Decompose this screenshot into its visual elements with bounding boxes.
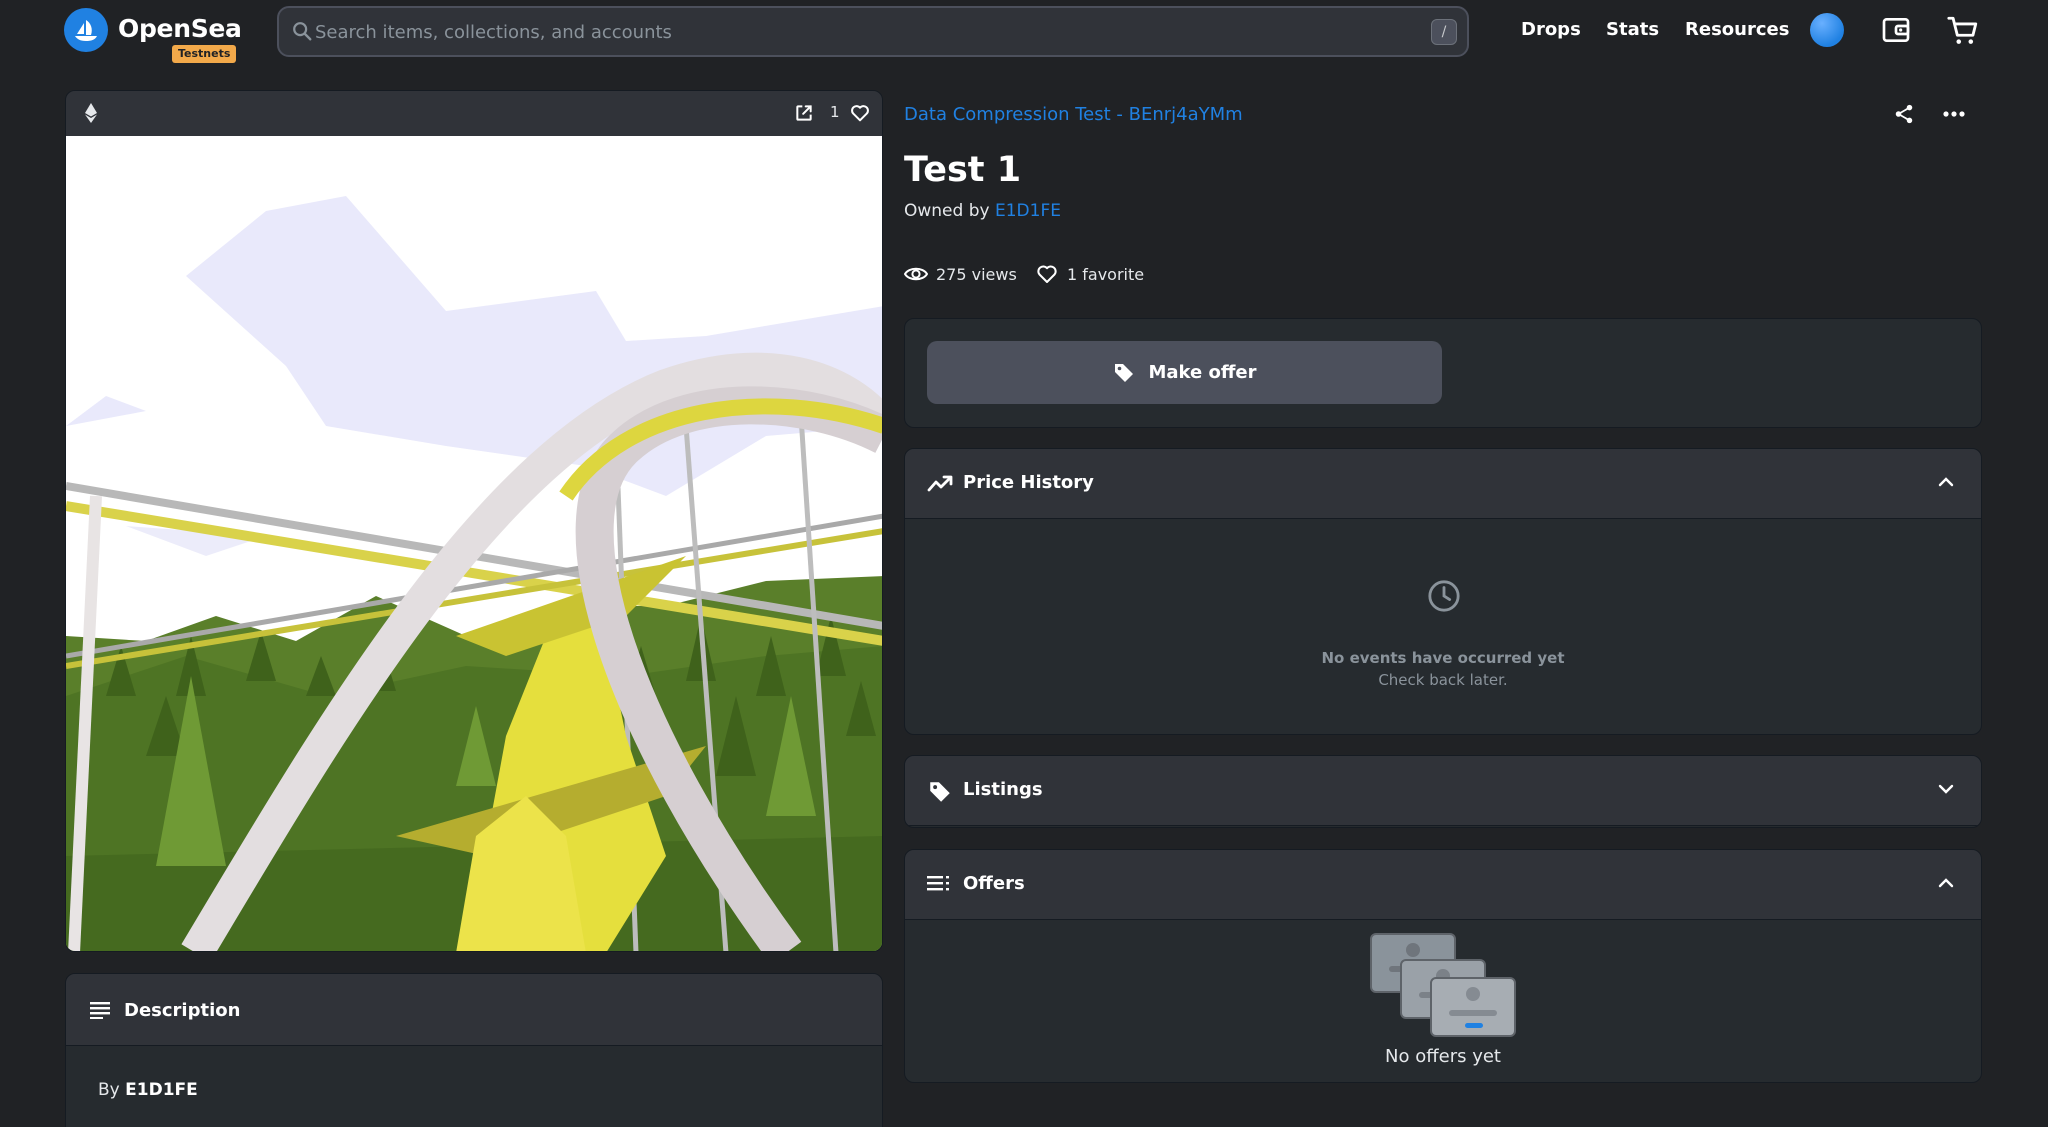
owned-by-prefix: Owned by: [904, 201, 990, 221]
views-stat: 275 views: [904, 262, 1017, 286]
heart-outline-icon: [1037, 265, 1057, 283]
chevron-down-icon[interactable]: [1937, 782, 1955, 796]
price-history-title: Price History: [963, 472, 1094, 493]
wallet-icon[interactable]: [1880, 14, 1912, 46]
nft-media-card: 1: [65, 90, 883, 952]
description-title: Description: [124, 1000, 241, 1021]
media-toolbar: 1: [66, 91, 882, 136]
offers-title: Offers: [963, 873, 1025, 894]
price-history-panel: Price History No events have occurred ye…: [904, 448, 1982, 735]
list-icon: [927, 876, 949, 891]
item-title: Test 1: [904, 150, 1022, 190]
chevron-up-icon[interactable]: [1937, 475, 1955, 489]
nft-image[interactable]: [66, 136, 883, 952]
trending-icon: [927, 475, 953, 492]
cart-icon[interactable]: [1946, 14, 1980, 48]
user-avatar[interactable]: [1810, 13, 1844, 47]
creator-byline: By E1D1FE: [98, 1080, 198, 1100]
favorites-count: 1 favorite: [1067, 264, 1145, 284]
by-prefix: By: [98, 1080, 120, 1100]
listings-panel: Listings: [904, 755, 1982, 828]
nav-resources[interactable]: Resources: [1685, 19, 1789, 40]
offer-panel: Make offer: [904, 318, 1982, 428]
ethereum-icon: [85, 103, 97, 123]
clock-icon: [1428, 580, 1460, 612]
eye-icon: [904, 267, 928, 281]
offers-panel: Offers No offers yet: [904, 849, 1982, 1083]
search-bar[interactable]: /: [277, 6, 1469, 57]
external-link-icon[interactable]: [794, 103, 814, 123]
testnets-badge: Testnets: [172, 45, 237, 63]
heart-icon[interactable]: [849, 102, 871, 124]
tag-icon: [930, 782, 950, 802]
description-card: Description By E1D1FE: [65, 973, 883, 1127]
price-history-empty-title: No events have occurred yet: [1321, 649, 1565, 667]
search-icon: [293, 22, 312, 41]
tag-icon: [1115, 363, 1134, 382]
share-icon[interactable]: [1893, 103, 1915, 125]
empty-offers-illustration-icon: [1370, 933, 1516, 1037]
price-history-empty-subtitle: Check back later.: [1378, 671, 1508, 689]
description-header[interactable]: Description: [66, 974, 882, 1046]
no-offers-text: No offers yet: [1385, 1046, 1501, 1067]
listings-title: Listings: [963, 779, 1043, 800]
chevron-up-icon[interactable]: [1937, 876, 1955, 890]
make-offer-button[interactable]: Make offer: [927, 341, 1442, 404]
nav-stats[interactable]: Stats: [1606, 19, 1659, 40]
search-input[interactable]: [315, 19, 1395, 45]
subject-icon: [90, 1002, 110, 1019]
favorites-stat[interactable]: 1 favorite: [1035, 262, 1144, 286]
listings-header[interactable]: Listings: [905, 756, 1981, 826]
opensea-logo-icon[interactable]: [64, 8, 108, 52]
offers-header[interactable]: Offers: [905, 850, 1981, 920]
creator-link[interactable]: E1D1FE: [125, 1080, 198, 1100]
search-shortcut-key: /: [1431, 19, 1457, 45]
brand-name[interactable]: OpenSea: [118, 14, 242, 43]
favorite-count: 1: [830, 103, 840, 121]
more-options-icon[interactable]: [1942, 103, 1966, 125]
owner-link[interactable]: E1D1FE: [995, 201, 1061, 221]
nav-drops[interactable]: Drops: [1521, 19, 1581, 40]
make-offer-label: Make offer: [1148, 362, 1257, 383]
price-history-header[interactable]: Price History: [905, 449, 1981, 519]
views-count: 275 views: [936, 264, 1017, 284]
owned-by: Owned by E1D1FE: [904, 201, 1061, 221]
top-navigation-bar: OpenSea Testnets / Drops Stats Resources: [0, 0, 2048, 64]
collection-link[interactable]: Data Compression Test - BEnrj4aYMm: [904, 104, 1243, 125]
